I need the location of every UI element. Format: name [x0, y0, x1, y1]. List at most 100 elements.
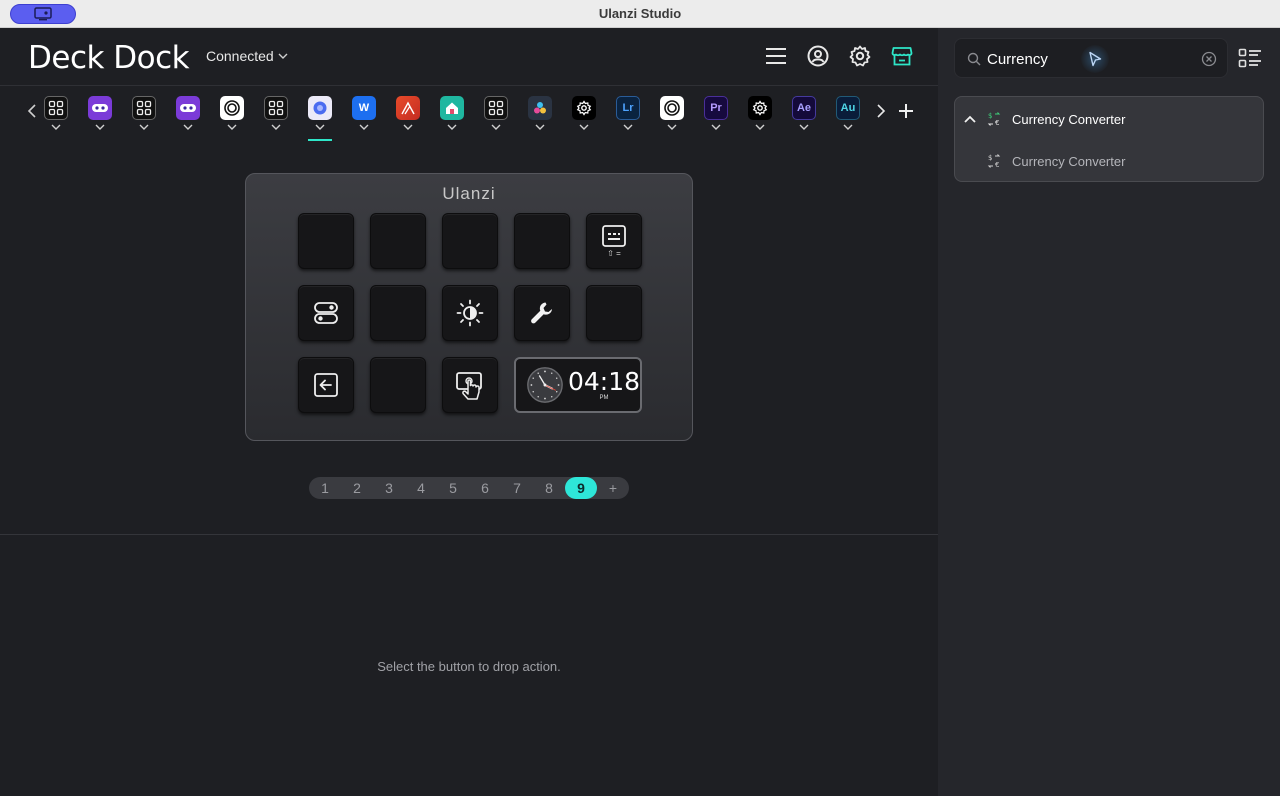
menu-button[interactable]	[764, 44, 788, 68]
page-8[interactable]: 8	[533, 480, 565, 496]
premiere-icon: Pr	[704, 96, 728, 120]
chevron-down-icon	[667, 124, 677, 130]
chevron-down-icon	[183, 124, 193, 130]
profile-item-16[interactable]: Pr	[701, 96, 731, 142]
search-icon	[967, 52, 981, 66]
connection-status: Connected	[206, 48, 274, 64]
result-group-label: Currency Converter	[1012, 111, 1126, 127]
word-icon: W	[352, 96, 376, 120]
deck-key-13[interactable]	[442, 357, 498, 413]
profile-item-9[interactable]	[393, 96, 423, 142]
deck-key-7[interactable]	[370, 285, 426, 341]
profile-item-13[interactable]	[569, 96, 599, 142]
title-bar: Ulanzi Studio	[0, 0, 1280, 28]
account-button[interactable]	[806, 44, 830, 68]
analog-clock-icon	[527, 367, 563, 403]
wrench-icon	[531, 302, 552, 324]
toggle-icon	[314, 302, 338, 324]
clear-icon	[1201, 51, 1217, 67]
store-button[interactable]	[890, 44, 914, 68]
scroll-right-button[interactable]	[873, 100, 889, 122]
deck-key-4[interactable]	[514, 213, 570, 269]
chevron-down-icon	[711, 124, 721, 130]
chevron-down-icon	[623, 124, 633, 130]
add-page-button[interactable]: +	[597, 480, 629, 496]
robot-icon	[176, 96, 200, 120]
deck-key-10[interactable]	[586, 285, 642, 341]
scroll-left-button[interactable]	[24, 100, 40, 122]
deck-key-3[interactable]	[442, 213, 498, 269]
grid-icon	[484, 96, 508, 120]
page-5[interactable]: 5	[437, 480, 469, 496]
chevron-down-icon	[755, 124, 765, 130]
chevron-down-icon	[227, 124, 237, 130]
connection-dropdown[interactable]: Connected	[206, 48, 289, 64]
chevron-down-icon	[278, 53, 288, 59]
deck-key-9[interactable]	[514, 285, 570, 341]
profile-item-17[interactable]	[745, 96, 775, 142]
user-circle-icon	[807, 45, 829, 67]
deck-key-6[interactable]	[298, 285, 354, 341]
profile-bar: W Lr Pr Ae Au	[0, 88, 938, 146]
touch-screen-icon	[456, 372, 482, 400]
deck-brand: Ulanzi	[442, 184, 496, 203]
chevron-right-icon	[877, 104, 886, 118]
menu-icon	[766, 48, 786, 64]
profile-item-8[interactable]: W	[349, 96, 379, 142]
section-divider	[0, 534, 938, 535]
result-group-currency-converter[interactable]: $ € Currency Converter	[955, 99, 1263, 139]
profile-item-2[interactable]	[85, 96, 115, 142]
profile-item-14[interactable]: Lr	[613, 96, 643, 142]
profile-item-11[interactable]	[481, 96, 511, 142]
view-toggle-button[interactable]	[1238, 46, 1262, 70]
page-7[interactable]: 7	[501, 480, 533, 496]
page-selector: 1 2 3 4 5 6 7 8 9 +	[309, 477, 629, 499]
header: Deck Dock Connected	[0, 28, 938, 86]
profile-item-1[interactable]	[41, 96, 71, 142]
page-9-active[interactable]: 9	[565, 477, 597, 499]
profile-item-7-active[interactable]	[305, 96, 335, 142]
plus-icon	[899, 104, 913, 118]
page-3[interactable]: 3	[373, 480, 405, 496]
chevron-left-icon	[27, 104, 36, 118]
deck-key-5[interactable]: ⇧ =	[586, 213, 642, 269]
page-1[interactable]: 1	[309, 480, 341, 496]
chevron-down-icon	[491, 124, 501, 130]
profile-item-4[interactable]	[173, 96, 203, 142]
deck-key-12[interactable]	[370, 357, 426, 413]
davinci-icon	[528, 96, 552, 120]
profile-item-19[interactable]: Au	[833, 96, 863, 142]
grid-icon	[44, 96, 68, 120]
profile-item-3[interactable]	[129, 96, 159, 142]
search-results: $ € Currency Converter $ € Currency Conver…	[954, 96, 1264, 182]
list-view-icon	[1238, 48, 1261, 68]
deck-key-8[interactable]	[442, 285, 498, 341]
result-item-currency-converter[interactable]: $ € Currency Converter	[955, 141, 1263, 181]
page-6[interactable]: 6	[469, 480, 501, 496]
clear-search-button[interactable]	[1201, 51, 1217, 67]
profile-item-18[interactable]: Ae	[789, 96, 819, 142]
chevron-down-icon	[799, 124, 809, 130]
currency-exchange-icon: $€	[987, 154, 1001, 169]
ring-icon	[660, 96, 684, 120]
settings-button[interactable]	[848, 44, 872, 68]
chevron-down-icon	[95, 124, 105, 130]
profile-item-15[interactable]	[657, 96, 687, 142]
deck-key-2[interactable]	[370, 213, 426, 269]
profile-item-5[interactable]	[217, 96, 247, 142]
add-profile-button[interactable]	[896, 100, 916, 122]
chevron-down-icon	[535, 124, 545, 130]
profile-item-6[interactable]	[261, 96, 291, 142]
svg-text:$: $	[988, 154, 992, 162]
profile-item-10[interactable]	[437, 96, 467, 142]
page-2[interactable]: 2	[341, 480, 373, 496]
clock-key[interactable]: 04:18 PM	[514, 357, 642, 413]
deck-key-11[interactable]	[298, 357, 354, 413]
gear-icon	[849, 45, 871, 67]
ring-icon	[220, 96, 244, 120]
page-4[interactable]: 4	[405, 480, 437, 496]
cursor-pointer	[1081, 45, 1109, 73]
profile-item-12[interactable]	[525, 96, 555, 142]
gear-icon	[748, 96, 772, 120]
deck-key-1[interactable]	[298, 213, 354, 269]
